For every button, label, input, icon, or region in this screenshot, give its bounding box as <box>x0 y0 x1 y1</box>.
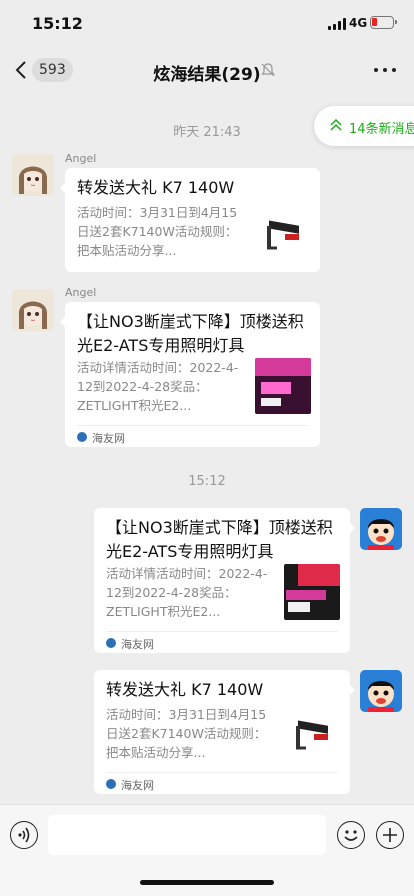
source-name: 海友网 <box>92 432 125 445</box>
source-logo-icon <box>106 779 116 789</box>
avatar-angel[interactable] <box>12 289 54 331</box>
battery-icon <box>370 16 397 29</box>
more-options-icon[interactable] <box>374 68 396 74</box>
source-logo-icon <box>106 638 116 648</box>
card-title: 【让NO3断崖式下降】顶楼送积光E2-ATS专用照明灯具 <box>77 312 304 355</box>
chat-title: 炫海结果(29) <box>153 65 261 85</box>
sender-name: Angel <box>65 286 97 299</box>
card-source: 海友网 <box>106 631 338 653</box>
emoji-icon[interactable] <box>337 821 365 849</box>
card-thumbnail <box>284 706 340 762</box>
card-thumbnail <box>255 358 311 414</box>
card-source: 海友网 <box>106 772 338 794</box>
link-card[interactable]: 转发送大礼 K7 140W 活动时间：3月31日到4月15日送2套K7140W活… <box>94 670 355 794</box>
link-card[interactable]: 转发送大礼 K7 140W 活动时间：3月31日到4月15日送2套K7140W活… <box>60 168 320 272</box>
new-messages-button[interactable]: 14条新消息 <box>314 106 414 146</box>
signal-icon <box>328 18 346 30</box>
network-type: 4G <box>349 16 368 30</box>
source-name: 海友网 <box>121 779 154 792</box>
source-name: 海友网 <box>121 638 154 651</box>
voice-input-icon[interactable] <box>10 821 38 849</box>
avatar-self[interactable] <box>360 508 402 550</box>
message-input[interactable] <box>48 815 326 855</box>
card-thumbnail <box>284 564 340 620</box>
card-source: 海友网 <box>77 425 308 447</box>
status-time: 15:12 <box>32 14 83 33</box>
card-title: 转发送大礼 K7 140W <box>106 680 264 699</box>
card-description: 活动时间：3月31日到4月15日送2套K7140W活动规则：把本贴活动分享... <box>77 205 238 258</box>
avatar-self[interactable] <box>360 670 402 712</box>
card-description: 活动详情活动时间：2022-4-12到2022-4-28奖品：ZETLIGHT积… <box>77 360 239 413</box>
link-card[interactable]: 【让NO3断崖式下降】顶楼送积光E2-ATS专用照明灯具 活动详情活动时间：20… <box>94 508 355 653</box>
timestamp: 15:12 <box>188 474 226 489</box>
nav-bar: 593 炫海结果(29) <box>0 48 414 94</box>
mute-bell-icon <box>261 63 275 77</box>
card-title: 【让NO3断崖式下降】顶楼送积光E2-ATS专用照明灯具 <box>106 518 333 561</box>
card-thumbnail <box>255 206 311 262</box>
card-title: 转发送大礼 K7 140W <box>77 178 235 197</box>
card-description: 活动详情活动时间：2022-4-12到2022-4-28奖品：ZETLIGHT积… <box>106 566 268 619</box>
card-description: 活动时间：3月31日到4月15日送2套K7140W活动规则：把本贴活动分享... <box>106 707 267 760</box>
link-card[interactable]: 【让NO3断崖式下降】顶楼送积光E2-ATS专用照明灯具 活动详情活动时间：20… <box>60 302 320 447</box>
double-up-arrow-icon <box>330 118 342 131</box>
new-messages-label: 14条新消息 <box>349 122 414 137</box>
avatar-angel[interactable] <box>12 154 54 196</box>
more-actions-plus-icon[interactable] <box>376 821 404 849</box>
home-indicator[interactable] <box>140 880 274 885</box>
sender-name: Angel <box>65 152 97 165</box>
source-logo-icon <box>77 432 87 442</box>
status-bar: 15:12 4G <box>0 0 414 48</box>
